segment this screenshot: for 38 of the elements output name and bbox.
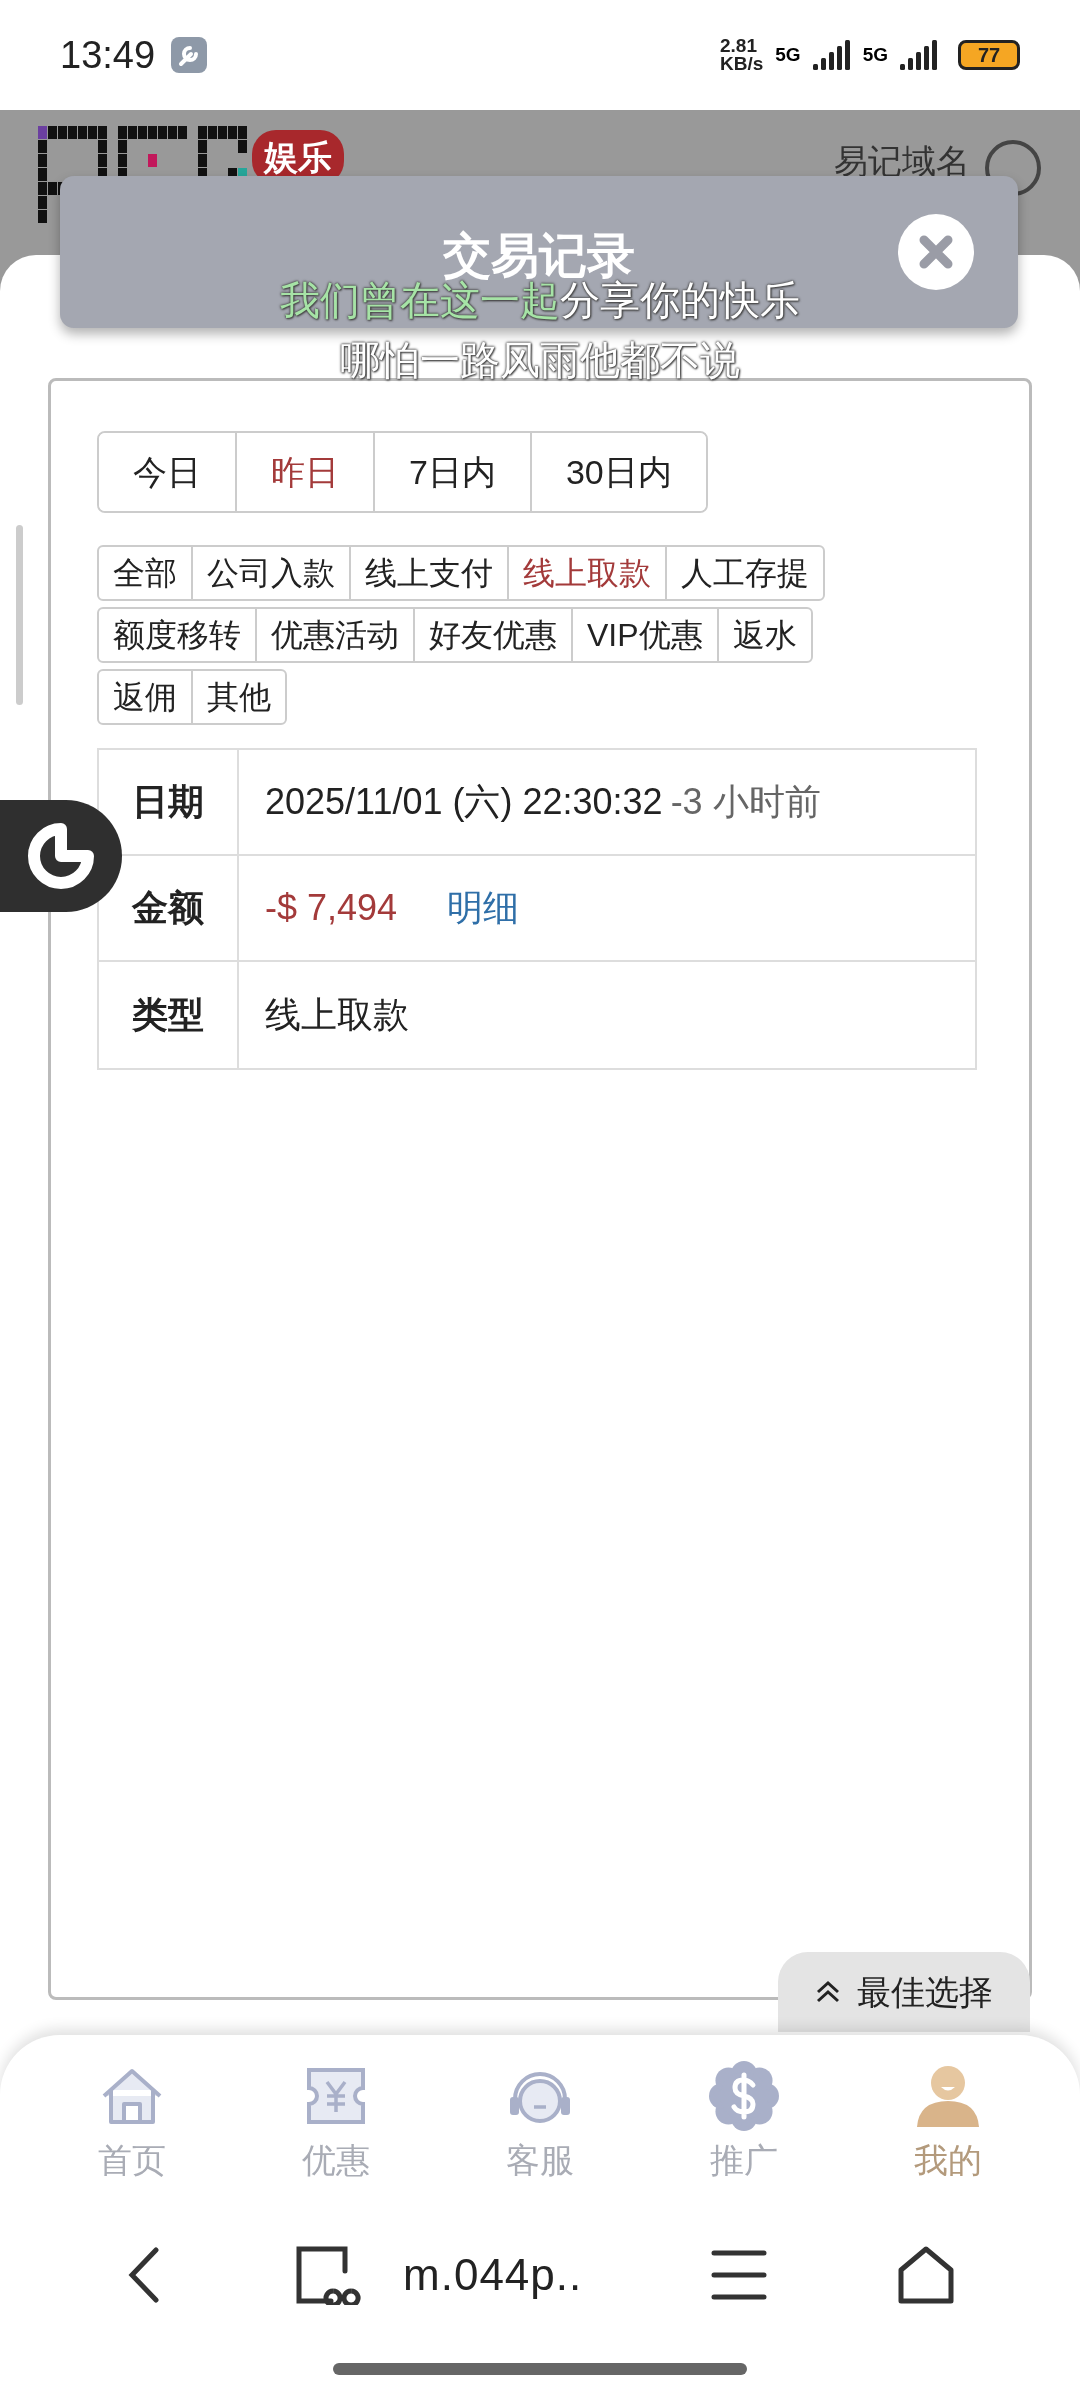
type-filter[interactable]: 线上支付 [349,545,509,601]
battery-indicator: 77 [958,40,1020,70]
type-filter[interactable]: 全部 [97,545,193,601]
type-value: 线上取款 [264,993,410,1037]
url-text[interactable]: m.044p.. [403,2242,583,2308]
best-choice-button[interactable]: 最佳选择 [778,1952,1030,2032]
date-tab[interactable]: 30日内 [529,433,706,511]
type-filter[interactable]: 额度移转 [97,607,257,663]
type-filter[interactable]: 好友优惠 [413,607,573,663]
detail-link[interactable]: 明细 [447,881,520,935]
type-filter[interactable]: 公司入款 [191,545,351,601]
double-chevron-icon [815,1980,841,2004]
lyric-line: 哪怕一路风雨他都不说 [340,337,740,384]
type-filter[interactable]: VIP优惠 [571,607,719,663]
network-label: 5G [775,43,801,67]
clock: 13:49 [60,32,156,78]
signal-icon [900,40,938,70]
type-filter[interactable]: 线上取款 [507,545,667,601]
ring-icon [26,821,96,891]
amount-value: -$ 7,494 [265,886,398,930]
wrench-icon [171,37,208,73]
date-value: 2025/11/01 (六) 22:30:32 [265,780,663,824]
relative-time: -3 小时前 [670,780,821,824]
coupon-icon [305,2066,367,2126]
network-label: 5G [862,43,888,67]
row-label: 类型 [99,962,239,1068]
type-filter[interactable]: 人工存提 [665,545,825,601]
speed-value: 2.81 [720,37,758,55]
type-filter[interactable]: 返水 [716,607,813,663]
type-filter[interactable]: 返佣 [97,669,193,725]
close-icon [919,235,953,269]
type-filter[interactable]: 优惠活动 [255,607,415,663]
signal-icon [812,40,851,70]
floating-side-button[interactable] [0,800,122,912]
dollar-badge-icon [709,2061,779,2131]
type-filter[interactable]: 其他 [191,669,287,725]
menu-icon[interactable] [710,2249,767,2301]
speed-unit: KB/s [720,55,764,73]
